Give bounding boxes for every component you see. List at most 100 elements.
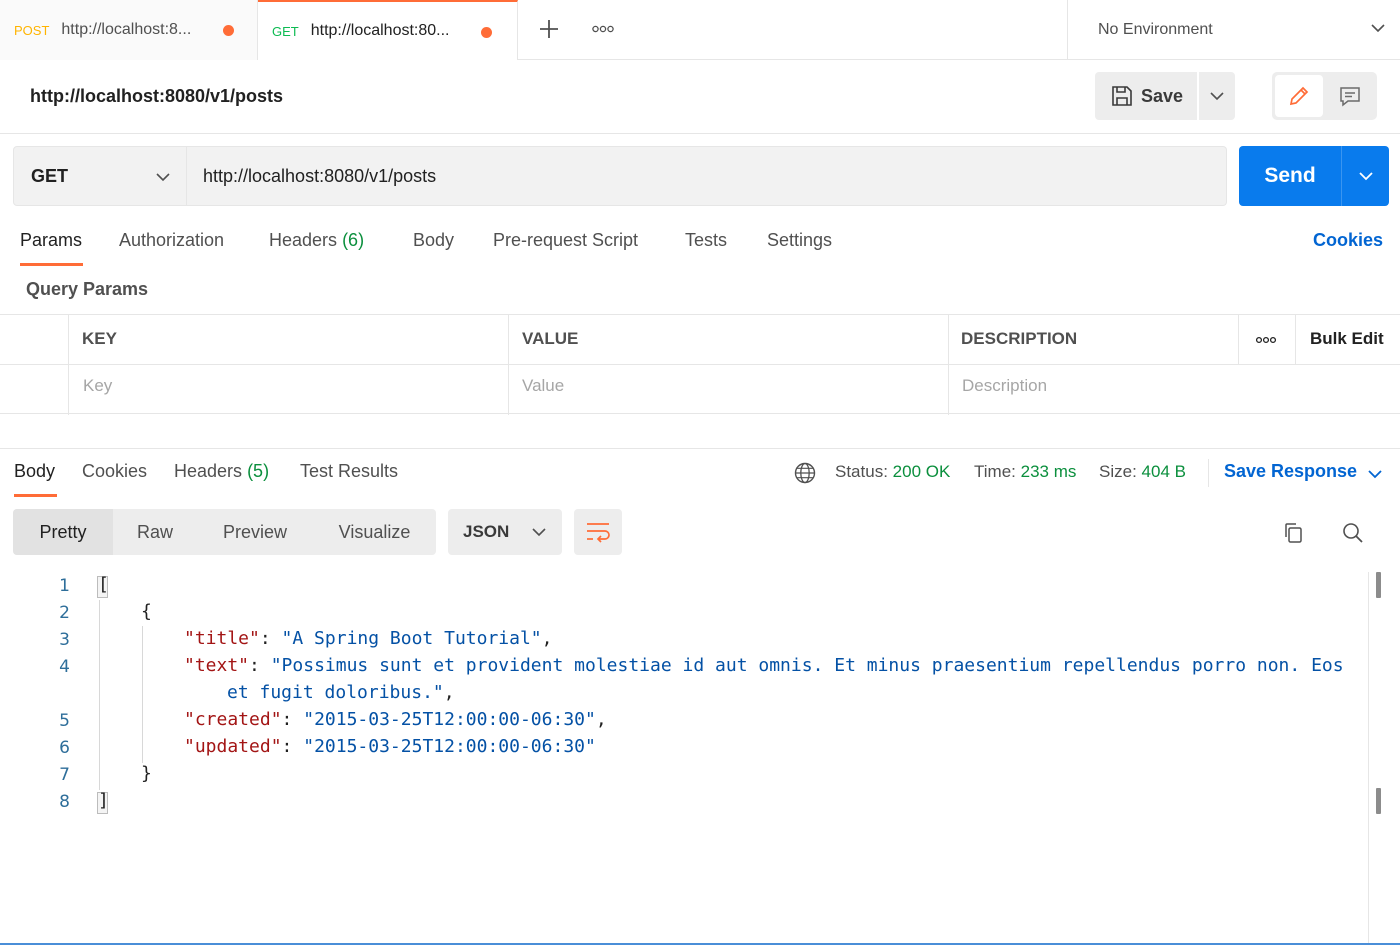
tab-tests[interactable]: Tests [685, 230, 727, 251]
more-tabs-button[interactable] [588, 14, 618, 44]
json-key: "updated" [184, 736, 282, 757]
search-icon [1343, 523, 1363, 543]
status-label: Status: [835, 462, 888, 481]
save-options-button[interactable] [1199, 72, 1235, 120]
key-input[interactable]: Key [83, 376, 112, 396]
value-input[interactable]: Value [522, 376, 564, 396]
request-tab-get[interactable]: GET http://localhost:80... [258, 0, 518, 60]
tab-body[interactable]: Body [413, 230, 454, 251]
view-mode-toggle [1272, 72, 1377, 120]
tab-pre-request-script[interactable]: Pre-request Script [493, 230, 638, 251]
code-line: "created": "2015-03-25T12:00:00-06:30", [184, 709, 607, 730]
response-tab-test-results[interactable]: Test Results [300, 461, 398, 482]
description-input[interactable]: Description [962, 376, 1047, 396]
code-line: "updated": "2015-03-25T12:00:00-06:30" [184, 736, 596, 757]
tab-method-label: POST [14, 22, 50, 38]
column-header-key: KEY [82, 329, 117, 348]
active-tab-indicator [20, 263, 83, 266]
search-button[interactable] [1338, 518, 1368, 548]
column-header-description: DESCRIPTION [961, 329, 1078, 348]
chevron-down-icon [1371, 24, 1385, 33]
wrap-lines-icon [587, 523, 610, 543]
query-params-table: KEY VALUE DESCRIPTION Bulk Edit Key Valu… [0, 314, 1400, 415]
time-label: Time: [974, 462, 1016, 481]
unsaved-dot-icon [481, 27, 492, 38]
tab-bar: POST http://localhost:8... GET http://lo… [0, 0, 1400, 60]
tab-authorization[interactable]: Authorization [119, 230, 224, 251]
pencil-icon [1289, 86, 1309, 106]
bulk-edit-button[interactable]: Bulk Edit [1310, 329, 1384, 349]
tab-params[interactable]: Params [20, 230, 82, 251]
line-number: 7 [59, 765, 70, 785]
code-line: { [141, 601, 152, 622]
save-button-label: Save [1141, 85, 1184, 106]
send-button[interactable]: Send [1239, 146, 1389, 206]
view-raw-button[interactable]: Raw [113, 509, 197, 555]
save-response-button[interactable]: Save Response [1224, 461, 1357, 482]
status-readout[interactable]: Status: 200 OK [835, 462, 950, 482]
editor-scrollbar-thumb[interactable] [1376, 572, 1381, 598]
column-divider [68, 315, 69, 415]
line-number: 4 [59, 657, 70, 677]
view-preview-button[interactable]: Preview [197, 509, 313, 555]
comments-button[interactable] [1326, 75, 1374, 117]
json-value: "2015-03-25T12:00:00-06:30" [303, 709, 596, 730]
query-params-heading: Query Params [26, 279, 149, 299]
chevron-down-icon [532, 528, 546, 537]
response-body-editor[interactable]: 1 2 3 4 5 6 7 8 [ { "title": "A Spring B… [0, 572, 1400, 944]
code-line: "title": "A Spring Boot Tutorial", [184, 628, 553, 649]
time-readout[interactable]: Time: 233 ms [974, 462, 1076, 482]
tab-headers[interactable]: Headers (6) [269, 230, 364, 251]
active-tab-indicator [14, 494, 57, 497]
tab-method-label: GET [272, 23, 299, 39]
response-divider[interactable] [0, 448, 1400, 449]
new-tab-button[interactable] [534, 14, 564, 44]
size-readout[interactable]: Size: 404 B [1099, 462, 1186, 482]
save-icon [1112, 86, 1132, 106]
chevron-down-icon[interactable] [1367, 466, 1383, 482]
response-tab-cookies[interactable]: Cookies [82, 461, 147, 482]
comment-icon [1340, 87, 1360, 107]
save-button[interactable]: Save [1095, 72, 1197, 120]
table-header-row [0, 315, 1400, 365]
tab-settings[interactable]: Settings [767, 230, 832, 251]
send-options-button[interactable] [1342, 146, 1389, 206]
view-pretty-button[interactable]: Pretty [13, 509, 113, 555]
response-view-switcher: Pretty Raw Preview Visualize [13, 509, 436, 555]
wrap-lines-button[interactable] [574, 509, 622, 555]
format-select[interactable]: JSON [448, 509, 562, 555]
view-visualize-button[interactable]: Visualize [313, 509, 436, 555]
bottom-border [0, 943, 1400, 945]
response-tab-body[interactable]: Body [14, 461, 55, 482]
globe-icon[interactable] [794, 462, 816, 484]
code-line: [ [98, 574, 109, 595]
request-title[interactable]: http://localhost:8080/v1/posts [30, 86, 283, 107]
editor-scrollbar-marker [1376, 788, 1381, 814]
edit-mode-button[interactable] [1275, 75, 1323, 117]
status-divider [1208, 459, 1209, 487]
response-tab-headers[interactable]: Headers (5) [174, 461, 269, 482]
line-number: 2 [59, 603, 70, 623]
tab-url-label: http://localhost:80... [310, 22, 450, 39]
cookies-link[interactable]: Cookies [1313, 230, 1383, 251]
more-horizontal-icon [592, 25, 614, 33]
column-options-button[interactable] [1255, 329, 1277, 356]
line-number: 6 [59, 738, 70, 758]
copy-button[interactable] [1278, 518, 1308, 548]
editor-scrollbar-track[interactable] [1368, 572, 1369, 944]
json-value: et fugit doloribus." [227, 682, 444, 703]
time-value: 233 ms [1020, 462, 1077, 481]
url-input[interactable] [187, 146, 1227, 206]
environment-select[interactable]: No Environment [1067, 0, 1400, 60]
code-line-wrapped: et fugit doloribus.", [227, 682, 455, 703]
method-select[interactable]: GET [13, 146, 187, 206]
environment-label: No Environment [1098, 21, 1213, 38]
json-key: "created" [184, 709, 282, 730]
more-horizontal-icon [1255, 336, 1277, 344]
chevron-down-icon [1358, 172, 1373, 181]
line-number: 8 [59, 792, 70, 812]
unsaved-dot-icon [223, 25, 234, 36]
send-button-label: Send [1264, 164, 1316, 187]
request-tab-post[interactable]: POST http://localhost:8... [0, 0, 258, 60]
plus-icon [540, 20, 558, 38]
